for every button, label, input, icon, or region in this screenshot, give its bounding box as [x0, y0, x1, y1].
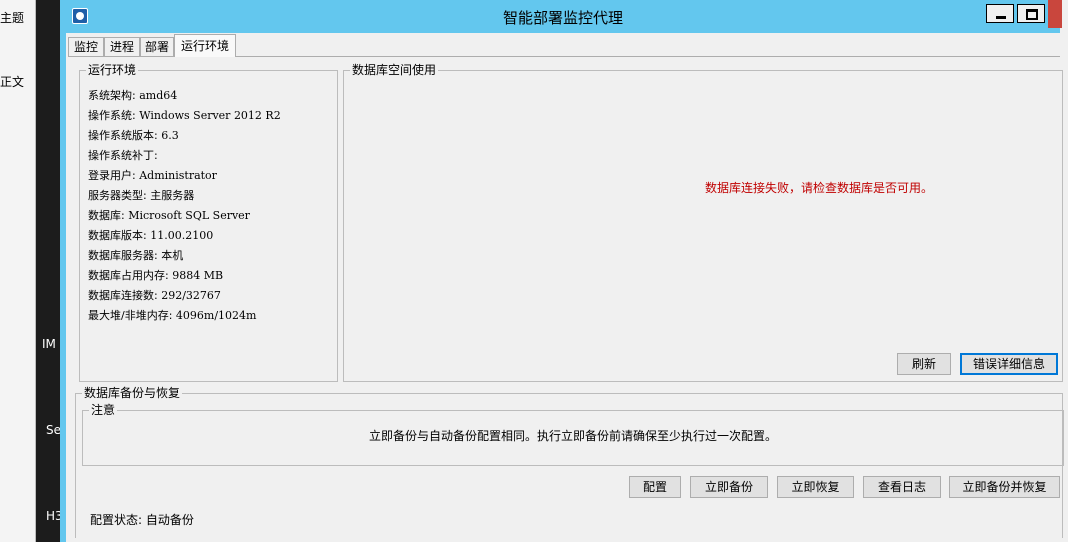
env-value: amd64 — [139, 89, 178, 102]
config-status: 配置状态: 自动备份 — [90, 513, 194, 527]
env-value: 9884 MB — [172, 269, 224, 282]
env-key: 系统架构: — [88, 89, 136, 102]
env-value: Windows Server 2012 R2 — [139, 109, 281, 122]
env-row: 操作系统版本: 6.3 — [88, 129, 179, 143]
env-key: 数据库版本: — [88, 229, 147, 242]
db-backup-title: 数据库备份与恢复 — [82, 385, 183, 401]
restore-now-button[interactable]: 立即恢复 — [777, 476, 854, 498]
env-key: 服务器类型: — [88, 189, 147, 202]
db-space-title: 数据库空间使用 — [350, 62, 439, 78]
runtime-env-title: 运行环境 — [86, 62, 139, 78]
env-value: 11.00.2100 — [150, 229, 214, 242]
env-row: 操作系统补丁: — [88, 149, 158, 163]
env-key: 最大堆/非堆内存: — [88, 309, 173, 322]
env-row: 数据库连接数: 292/32767 — [88, 289, 221, 303]
env-row: 数据库版本: 11.00.2100 — [88, 229, 213, 243]
background-label-body: 正文 — [0, 75, 25, 89]
backup-and-restore-button[interactable]: 立即备份并恢复 — [949, 476, 1060, 498]
env-value: 主服务器 — [150, 189, 195, 202]
minimize-button[interactable] — [986, 4, 1014, 23]
env-row: 系统架构: amd64 — [88, 89, 177, 103]
env-value: Microsoft SQL Server — [128, 209, 250, 222]
refresh-button[interactable]: 刷新 — [897, 353, 951, 375]
env-row: 登录用户: Administrator — [88, 169, 217, 183]
window-title: 智能部署监控代理 — [502, 9, 623, 27]
background-label-im: IM — [42, 337, 56, 351]
tab-deploy[interactable]: 部署 — [140, 37, 174, 56]
env-key: 数据库连接数: — [88, 289, 158, 302]
env-key: 数据库服务器: — [88, 249, 158, 262]
tab-monitor[interactable]: 监控 — [68, 37, 104, 56]
env-key: 数据库: — [88, 209, 125, 222]
view-log-button[interactable]: 查看日志 — [863, 476, 941, 498]
env-value: Administrator — [139, 169, 217, 182]
error-details-button[interactable]: 错误详细信息 — [960, 353, 1058, 375]
env-key: 操作系统版本: — [88, 129, 158, 142]
note-text: 立即备份与自动备份配置相同。执行立即备份前请确保至少执行过一次配置。 — [368, 429, 777, 443]
config-button[interactable]: 配置 — [629, 476, 681, 498]
maximize-button[interactable] — [1017, 4, 1045, 23]
env-value: 4096m/1024m — [175, 309, 257, 322]
env-value: 本机 — [161, 249, 184, 262]
app-window: 智能部署监控代理 监控 进程 部署 运行环境 运行环境 系统架构: amd64 操… — [60, 0, 1064, 542]
env-key: 登录用户: — [88, 169, 136, 182]
close-button[interactable] — [1048, 0, 1062, 28]
tab-process[interactable]: 进程 — [104, 37, 140, 56]
tab-runtime-env[interactable]: 运行环境 — [174, 34, 236, 57]
env-key: 操作系统补丁: — [88, 149, 158, 162]
env-value: 292/32767 — [161, 289, 221, 302]
db-backup-group: 数据库备份与恢复 注意 立即备份与自动备份配置相同。执行立即备份前请确保至少执行… — [75, 385, 1064, 538]
backup-now-button[interactable]: 立即备份 — [690, 476, 768, 498]
env-key: 操作系统: — [88, 109, 136, 122]
note-group: 注意 立即备份与自动备份配置相同。执行立即备份前请确保至少执行过一次配置。 — [82, 402, 1064, 466]
env-row: 数据库服务器: 本机 — [88, 249, 183, 263]
runtime-env-group: 运行环境 系统架构: amd64 操作系统: Windows Server 201… — [79, 62, 338, 382]
env-row: 操作系统: Windows Server 2012 R2 — [88, 109, 281, 123]
env-key: 数据库占用内存: — [88, 269, 169, 282]
title-bar[interactable]: 智能部署监控代理 — [66, 0, 1062, 33]
db-error-message: 数据库连接失败，请检查数据库是否可用。 — [704, 181, 933, 195]
background-label-se: Se — [46, 423, 61, 437]
background-label-theme: 主题 — [0, 11, 25, 25]
env-value: 6.3 — [161, 129, 179, 142]
env-row: 数据库占用内存: 9884 MB — [88, 269, 223, 283]
env-row: 最大堆/非堆内存: 4096m/1024m — [88, 309, 256, 323]
env-row: 数据库: Microsoft SQL Server — [88, 209, 250, 223]
note-title: 注意 — [89, 402, 118, 418]
db-space-group: 数据库空间使用 数据库连接失败，请检查数据库是否可用。 刷新 错误详细信息 — [343, 62, 1063, 382]
env-row: 服务器类型: 主服务器 — [88, 189, 194, 203]
